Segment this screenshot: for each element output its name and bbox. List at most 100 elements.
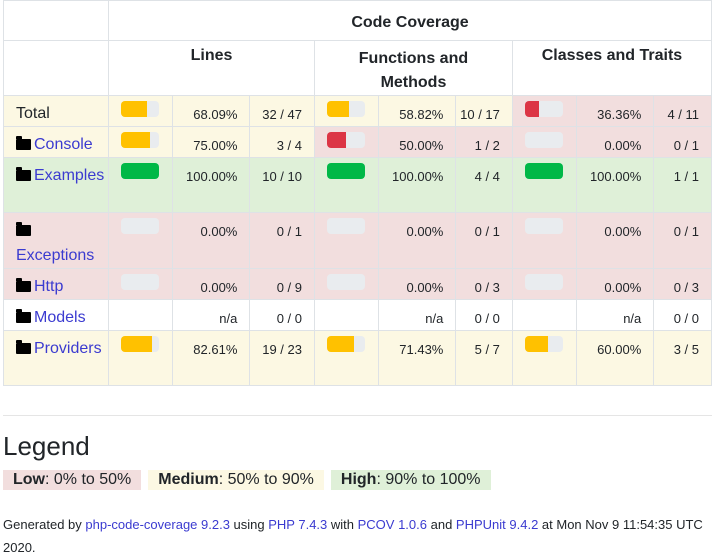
table-row: Console 75.00% 3 / 4 50.00% 1 / 2 0.00% 0 / 1	[2, 126, 712, 158]
lines-progress-fill	[121, 101, 147, 117]
functions-percent: 58.82%	[377, 95, 457, 127]
code-coverage-heading: Code Coverage	[108, 0, 712, 41]
lines-bar-cell	[108, 157, 173, 213]
functions-percent: n/a	[377, 299, 457, 331]
lines-heading: Lines	[108, 40, 315, 96]
functions-progress-bar	[327, 101, 365, 117]
table-row: Http 0.00% 0 / 9 0.00% 0 / 3 0.00% 0 / 3	[2, 268, 712, 300]
lines-progress-bar	[121, 274, 160, 290]
row-name-cell: Providers	[2, 330, 110, 386]
lines-bar-cell	[108, 268, 173, 300]
lines-progress-bar	[121, 163, 160, 179]
functions-bar-cell	[314, 157, 379, 213]
classes-progress-fill	[524, 336, 548, 352]
classes-percent: 100.00%	[575, 157, 655, 213]
lines-percent: 0.00%	[171, 212, 251, 269]
classes-bar-cell	[511, 95, 577, 127]
directory-link[interactable]: Models	[34, 309, 86, 326]
classes-percent: 0.00%	[575, 126, 655, 158]
lines-count: 32 / 47	[249, 95, 315, 127]
lines-percent: 82.61%	[171, 330, 251, 386]
header-empty-cell	[2, 0, 110, 41]
functions-count: 10 / 17	[455, 95, 513, 127]
legend-medium: Medium: 50% to 90%	[148, 470, 324, 490]
lines-percent: 100.00%	[171, 157, 251, 213]
coverage-table: Code Coverage Lines Functions and Method…	[2, 0, 713, 386]
legend-high-range: : 90% to 100%	[376, 471, 481, 488]
classes-count: 0 / 1	[653, 212, 712, 269]
functions-percent: 50.00%	[377, 126, 457, 158]
lines-bar-cell	[108, 299, 173, 331]
directory-link[interactable]: Exceptions	[16, 247, 94, 264]
lines-progress-fill	[121, 336, 153, 352]
row-name-cell: Total	[2, 95, 110, 127]
pcov-link[interactable]: PCOV 1.0.6	[358, 517, 427, 532]
classes-bar-cell	[511, 330, 577, 386]
table-row: Examples 100.00% 10 / 10 100.00% 4 / 4 100.00…	[2, 157, 712, 213]
functions-bar-cell	[314, 212, 379, 269]
classes-bar-cell	[511, 157, 577, 213]
classes-progress-bar	[524, 101, 563, 117]
row-name-cell: Examples	[2, 157, 110, 213]
functions-percent: 100.00%	[377, 157, 457, 213]
functions-bar-cell	[314, 268, 379, 300]
functions-count: 0 / 0	[455, 299, 513, 331]
classes-count: 4 / 11	[653, 95, 712, 127]
functions-progress-fill	[327, 163, 365, 179]
row-name-cell: Exceptions	[2, 212, 110, 269]
php-code-coverage-link[interactable]: php-code-coverage 9.2.3	[85, 517, 230, 532]
lines-progress-fill	[121, 132, 150, 148]
legend-medium-range: : 50% to 90%	[218, 471, 314, 488]
classes-progress-bar	[524, 163, 563, 179]
classes-progress-bar	[524, 132, 563, 148]
folder-icon	[16, 222, 31, 236]
functions-percent: 71.43%	[377, 330, 457, 386]
lines-progress-bar	[121, 336, 160, 352]
directory-link[interactable]: Http	[34, 278, 63, 295]
table-row: Models n/a 0 / 0 n/a 0 / 0 n/a 0 / 0	[2, 299, 712, 331]
directory-link[interactable]: Providers	[34, 340, 102, 357]
functions-percent: 0.00%	[377, 212, 457, 269]
functions-count: 0 / 1	[455, 212, 513, 269]
header-empty-cell	[2, 40, 110, 96]
legend-high-label: High	[340, 471, 377, 488]
lines-count: 10 / 10	[249, 157, 315, 213]
functions-progress-bar	[327, 336, 365, 352]
classes-progress-bar	[524, 274, 563, 290]
lines-progress-bar	[121, 101, 160, 117]
footer: Generated by php-code-coverage 9.2.3 usi…	[3, 513, 703, 559]
classes-percent: 0.00%	[575, 268, 655, 300]
functions-heading-line1: Functions and	[358, 50, 469, 67]
lines-bar-cell	[108, 126, 173, 158]
lines-count: 19 / 23	[249, 330, 315, 386]
lines-count: 3 / 4	[249, 126, 315, 158]
classes-bar-cell	[511, 212, 577, 269]
functions-count: 1 / 2	[455, 126, 513, 158]
functions-heading: Functions and Methods	[314, 40, 513, 96]
functions-count: 5 / 7	[455, 330, 513, 386]
separator	[3, 415, 712, 416]
legend: Low: 0% to 50% Medium: 50% to 90% High: …	[3, 470, 491, 490]
lines-count: 0 / 9	[249, 268, 315, 300]
phpunit-link[interactable]: PHPUnit 9.4.2	[456, 517, 538, 532]
row-name-cell: Http	[2, 268, 110, 300]
folder-icon	[16, 278, 31, 292]
lines-progress-bar	[121, 132, 160, 148]
directory-link[interactable]: Examples	[34, 167, 104, 184]
functions-bar-cell	[314, 95, 379, 127]
functions-progress-fill	[327, 132, 346, 148]
footer-generated-by: Generated by	[3, 517, 86, 532]
classes-count: 0 / 0	[653, 299, 712, 331]
legend-medium-label: Medium	[158, 471, 219, 488]
classes-heading: Classes and Traits	[511, 40, 713, 96]
lines-bar-cell	[108, 212, 173, 269]
functions-count: 4 / 4	[455, 157, 513, 213]
lines-count: 0 / 1	[249, 212, 315, 269]
lines-bar-cell	[108, 330, 173, 386]
directory-link[interactable]: Console	[34, 136, 93, 153]
php-link[interactable]: PHP 7.4.3	[268, 517, 327, 532]
lines-progress-fill	[121, 163, 160, 179]
footer-with: with	[327, 517, 358, 532]
lines-percent: n/a	[171, 299, 251, 331]
functions-count: 0 / 3	[455, 268, 513, 300]
